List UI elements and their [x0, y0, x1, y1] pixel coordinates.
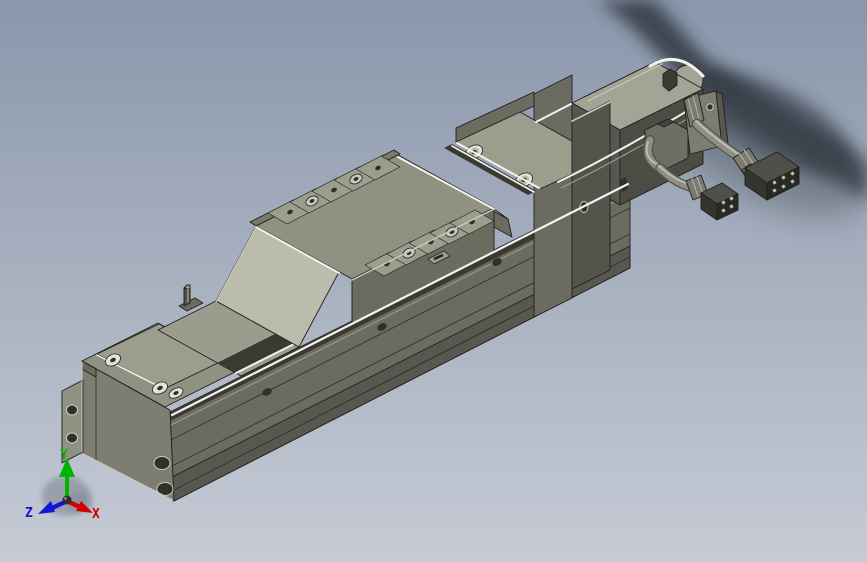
triad-origin: [62, 495, 72, 505]
end-face-bore-1: [153, 456, 171, 470]
z-axis-label: Z: [25, 506, 33, 521]
mount-left-face[interactable]: [533, 74, 573, 318]
model-view[interactable]: Y X Z: [0, 0, 867, 562]
triad-origin-highlight: [64, 497, 67, 500]
flange-hole-2: [66, 432, 78, 444]
flange-hole-1: [66, 404, 78, 416]
x-axis-label: X: [92, 507, 100, 522]
cad-viewport[interactable]: Y X Z: [0, 0, 867, 562]
y-axis-label: Y: [60, 448, 68, 463]
bracket-screw-2: [706, 103, 714, 111]
